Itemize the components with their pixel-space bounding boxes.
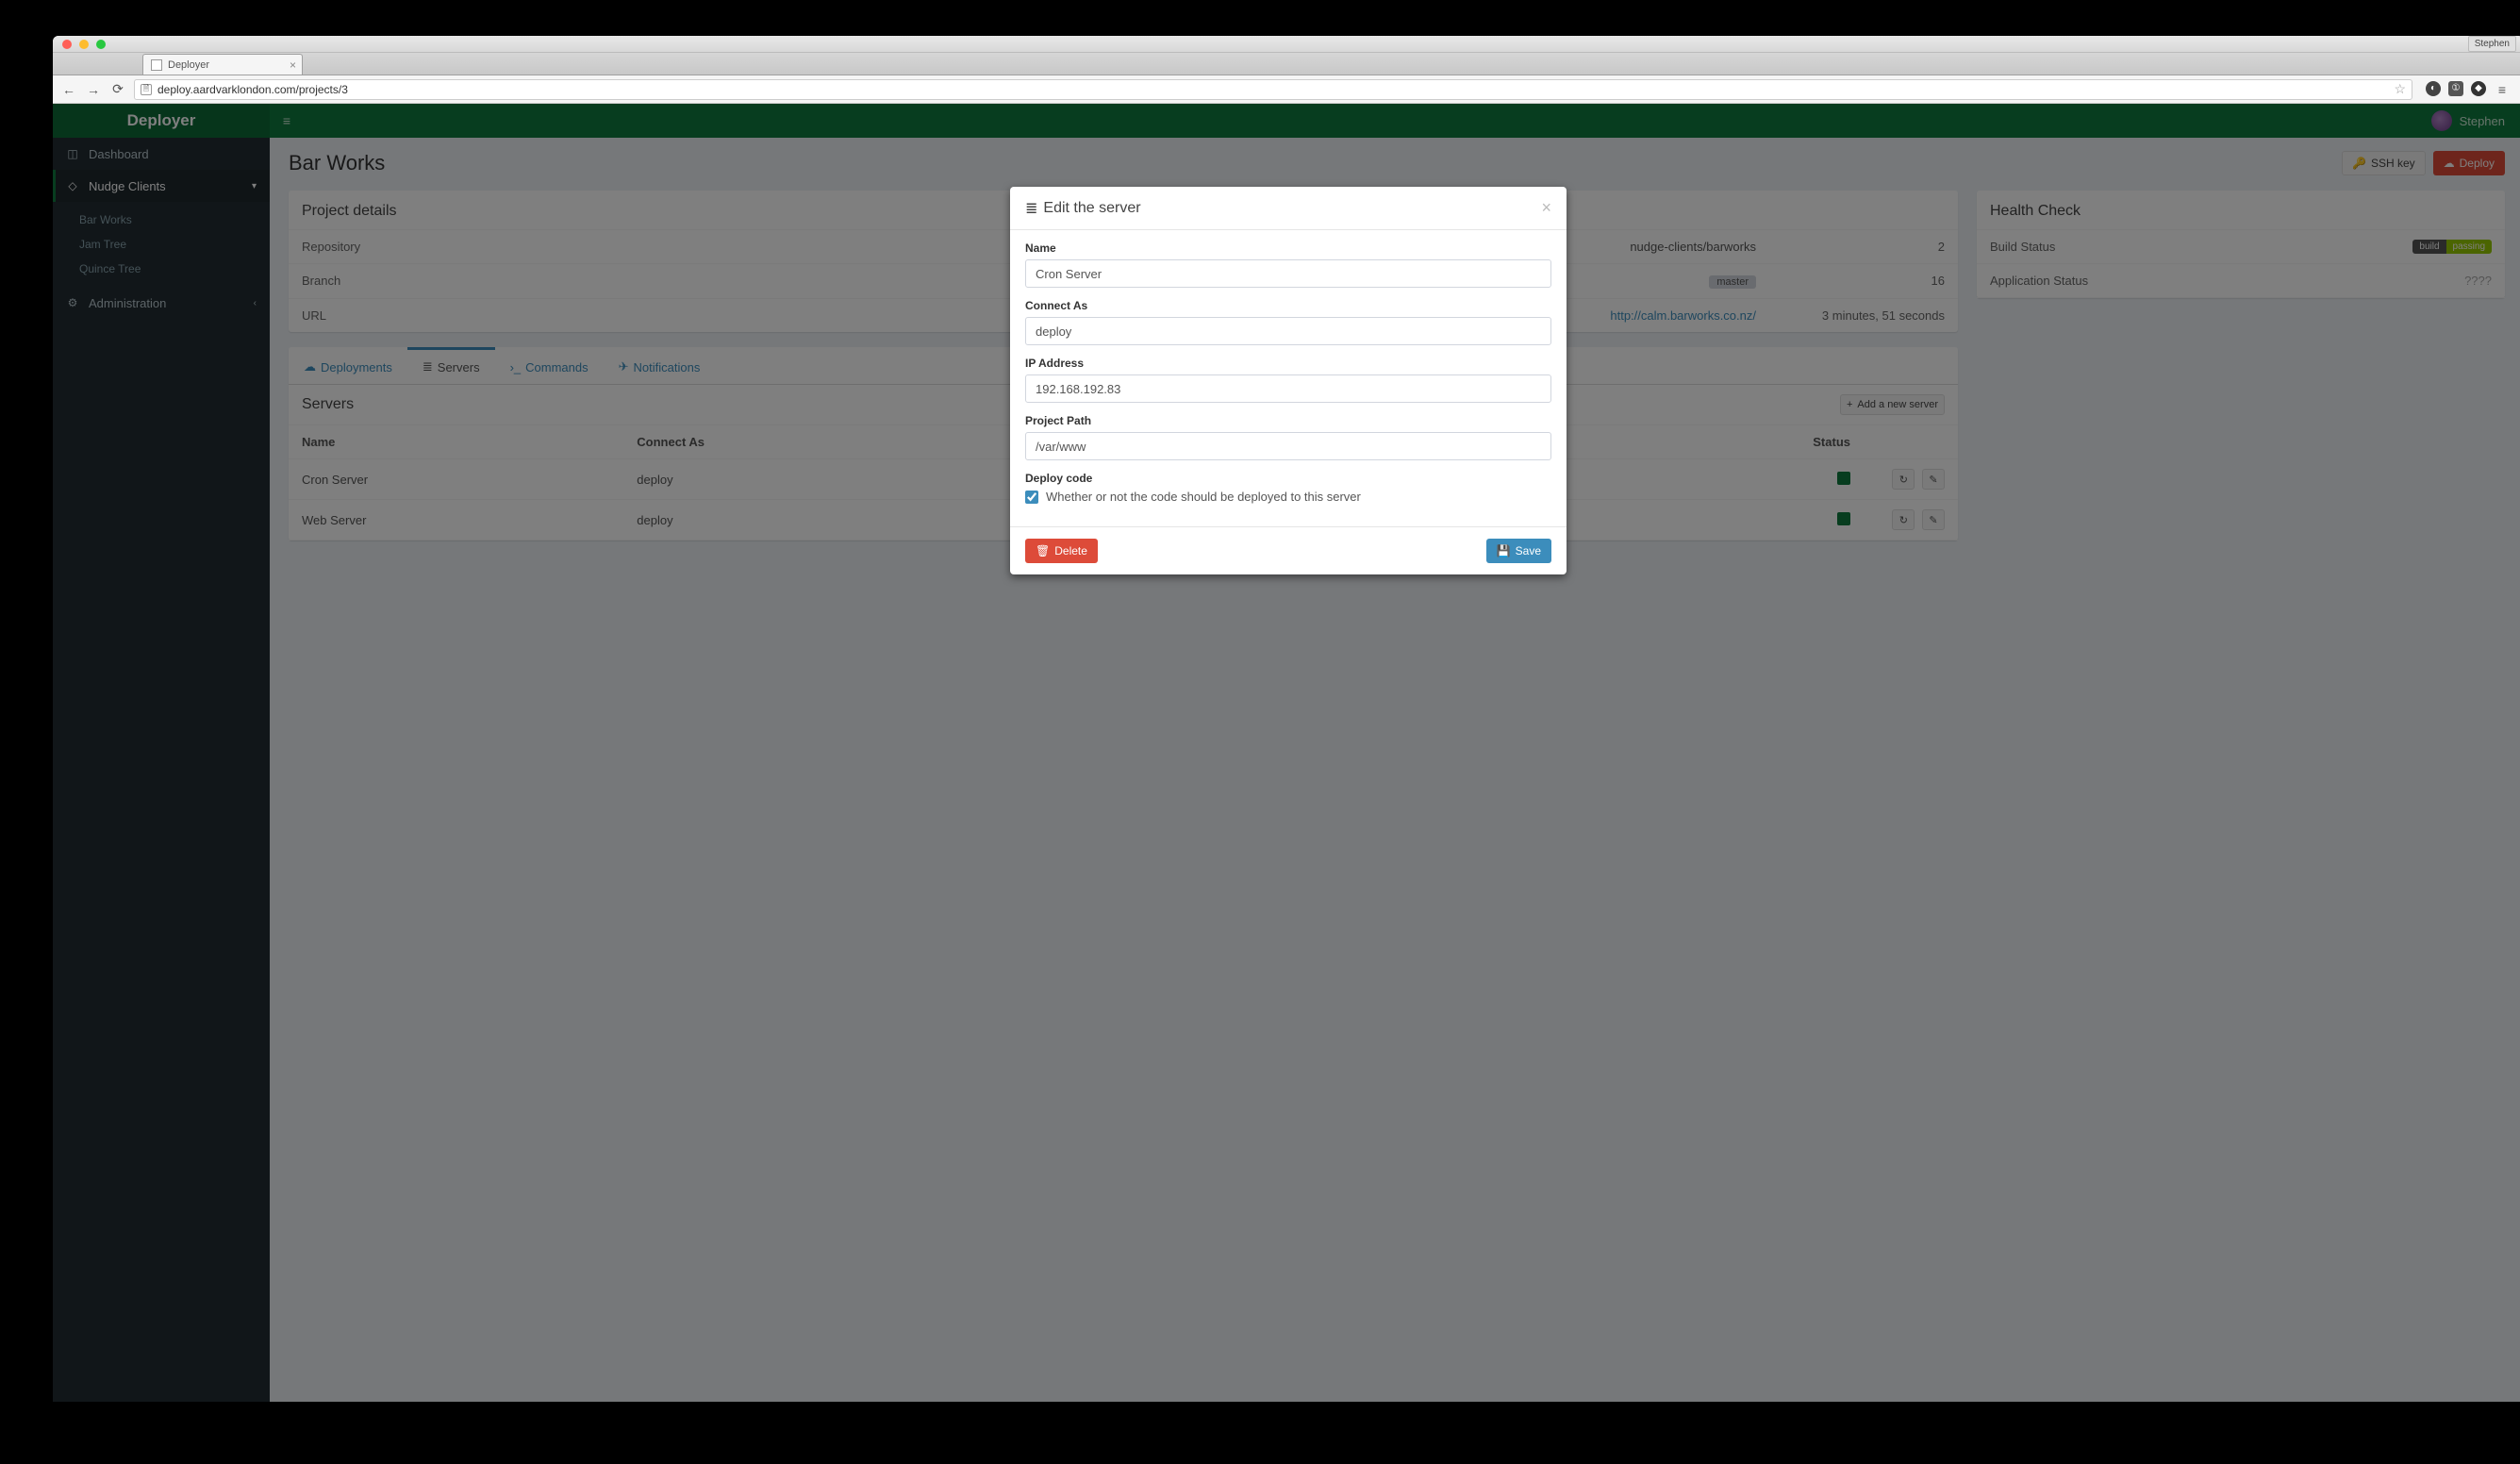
browser-toolbar: ← → ⟳ 🗎 deploy.aardvarklondon.com/projec…	[53, 75, 2520, 104]
window-controls: Stephen	[53, 36, 2520, 53]
window-maximize-icon[interactable]	[96, 40, 106, 49]
input-ip-address[interactable]	[1025, 374, 1551, 403]
tab-close-icon[interactable]: ×	[290, 58, 296, 72]
window-close-icon[interactable]	[62, 40, 72, 49]
button-label: Save	[1516, 544, 1541, 557]
forward-button[interactable]: →	[85, 81, 102, 98]
trash-icon: 🗑	[1036, 544, 1050, 557]
address-bar[interactable]: 🗎 deploy.aardvarklondon.com/projects/3 ☆	[134, 79, 2412, 100]
bookmark-icon[interactable]: ☆	[2394, 81, 2406, 97]
reload-button[interactable]: ⟳	[109, 81, 126, 98]
window-minimize-icon[interactable]	[79, 40, 89, 49]
browser-window: Stephen Deployer × ← → ⟳ 🗎 deploy.aardva…	[53, 36, 2520, 1402]
save-button[interactable]: 💾 Save	[1486, 539, 1551, 563]
extensions: ◐ ① ◆ ≡	[2420, 81, 2516, 98]
url-text: deploy.aardvarklondon.com/projects/3	[158, 83, 348, 96]
label-deploy-code: Deploy code	[1025, 472, 1551, 485]
input-name[interactable]	[1025, 259, 1551, 288]
input-connect-as[interactable]	[1025, 317, 1551, 345]
checkbox-deploy-code[interactable]	[1025, 491, 1038, 504]
label-connect-as: Connect As	[1025, 299, 1551, 312]
tab-title: Deployer	[168, 59, 209, 71]
extension-icon[interactable]: ◆	[2471, 81, 2486, 96]
page-icon	[151, 59, 162, 71]
modal-title: ≣ Edit the server	[1025, 199, 1141, 218]
label-ip-address: IP Address	[1025, 357, 1551, 370]
checkbox-help: Whether or not the code should be deploy…	[1046, 490, 1361, 504]
site-info-icon[interactable]: 🗎	[141, 84, 152, 95]
tab-bar: Deployer ×	[53, 53, 2520, 75]
back-button[interactable]: ←	[60, 81, 77, 98]
extension-icon[interactable]: ①	[2448, 81, 2463, 96]
extension-icon[interactable]: ◐	[2426, 81, 2441, 96]
delete-button[interactable]: 🗑 Delete	[1025, 539, 1098, 563]
browser-profile[interactable]: Stephen	[2468, 36, 2516, 52]
label-project-path: Project Path	[1025, 414, 1551, 427]
modal-close-button[interactable]: ×	[1541, 198, 1551, 218]
app-viewport: Deployer ≡ Stephen ◫ Dashboard ◇ Nudge C…	[53, 104, 2520, 1402]
label-name: Name	[1025, 241, 1551, 255]
edit-server-modal: ≣ Edit the server × Name Connect As	[1010, 187, 1567, 574]
button-label: Delete	[1054, 544, 1087, 557]
input-project-path[interactable]	[1025, 432, 1551, 460]
server-icon: ≣	[1025, 199, 1037, 218]
menu-icon[interactable]: ≡	[2494, 81, 2511, 98]
browser-tab[interactable]: Deployer ×	[142, 54, 303, 75]
save-icon: 💾	[1497, 544, 1511, 557]
